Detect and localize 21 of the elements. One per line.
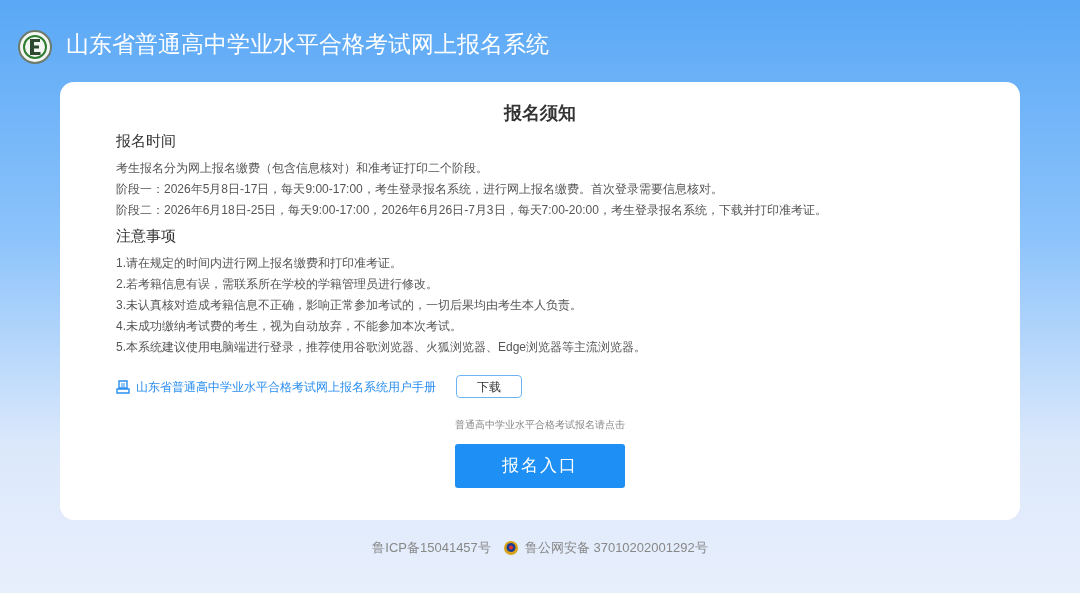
document-icon [116,379,130,394]
emblem-logo-icon [18,30,52,64]
notice-line: 考生报名分为网上报名缴费（包含信息核对）和准考证打印二个阶段。 [116,160,489,177]
notice-line: 阶段一：2026年5月8日-17日，每天9:00-17:00，考生登录报名系统，进行网上报名缴费。首次登录需要信息核对。 [116,181,724,198]
police-badge-icon [502,539,519,556]
section-heading: 注意事项 [116,226,177,246]
notice-line: 2.若考籍信息有误，需联系所在学校的学籍管理员进行修改。 [116,276,439,293]
icp-record: 鲁ICP备15041457号 [372,539,491,557]
notice-line: 3.未认真核对造成考籍信息不正确，影响正常参加考试的，一切后果均由考生本人负责。 [116,297,583,314]
section-heading: 报名时间 [116,131,177,151]
police-record: 鲁公网安备 37010202001292号 [524,539,708,557]
manual-link[interactable]: 山东省普通高中学业水平合格考试网上报名系统用户手册 [136,377,436,396]
notice-line: 阶段二：2026年6月18日-25日，每天9:00-17:00，2026年6月26日-7月3日，每天7:00-20:00，考生登录报名系统，下载并打印准考证。 [116,202,828,219]
register-entry-button[interactable]: 报名入口 [455,444,625,488]
site-title: 山东省普通高中学业水平合格考试网上报名系统 [66,30,549,59]
download-button[interactable]: 下载 [456,375,522,398]
notice-line: 5.本系统建议使用电脑端进行登录，推荐使用谷歌浏览器、火狐浏览器、Edge浏览器等主流浏览器。 [116,339,648,356]
notice-line: 4.未成功缴纳考试费的考生，视为自动放弃，不能参加本次考试。 [116,318,463,335]
notice-line: 1.请在规定的时间内进行网上报名缴费和打印准考证。 [116,255,403,272]
notice-title: 报名须知 [502,102,577,125]
entry-hint: 普通高中学业水平合格考试报名请点击 [455,418,625,432]
